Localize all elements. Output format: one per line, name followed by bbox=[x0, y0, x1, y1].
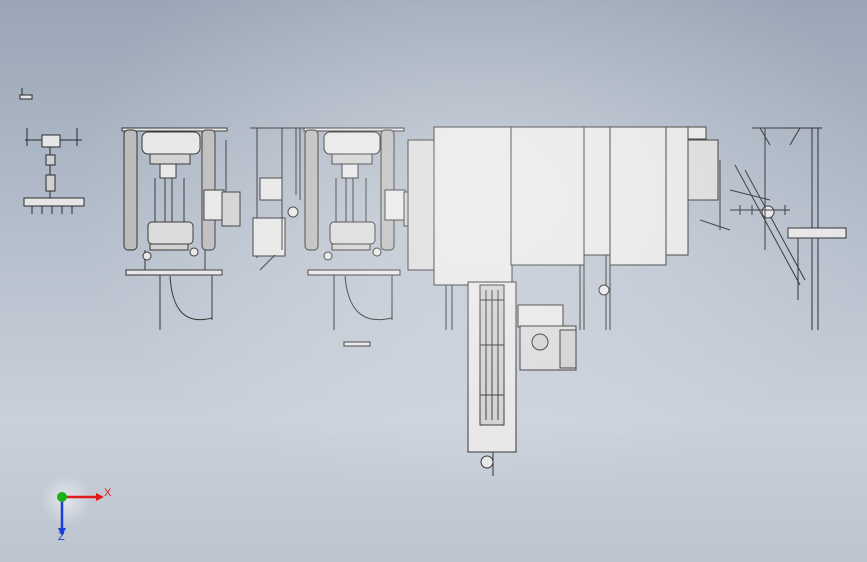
station-1[interactable] bbox=[121, 127, 241, 330]
vertical-conveyor[interactable] bbox=[467, 281, 517, 476]
station-2[interactable] bbox=[303, 127, 421, 347]
left-fixture[interactable] bbox=[23, 128, 85, 214]
central-housing[interactable] bbox=[407, 126, 719, 330]
right-frame[interactable] bbox=[752, 127, 847, 330]
z-axis-label: Z bbox=[58, 531, 65, 543]
coordinate-triad: X Z bbox=[40, 470, 130, 550]
x-axis-label: X bbox=[104, 487, 112, 499]
origin-marker bbox=[19, 88, 33, 100]
cad-viewport[interactable]: X Z bbox=[0, 0, 867, 562]
drive-unit[interactable] bbox=[517, 304, 577, 371]
machine-assembly-drawing[interactable] bbox=[0, 0, 867, 562]
y-axis-dot bbox=[57, 492, 67, 502]
triad-graphic bbox=[40, 474, 104, 536]
